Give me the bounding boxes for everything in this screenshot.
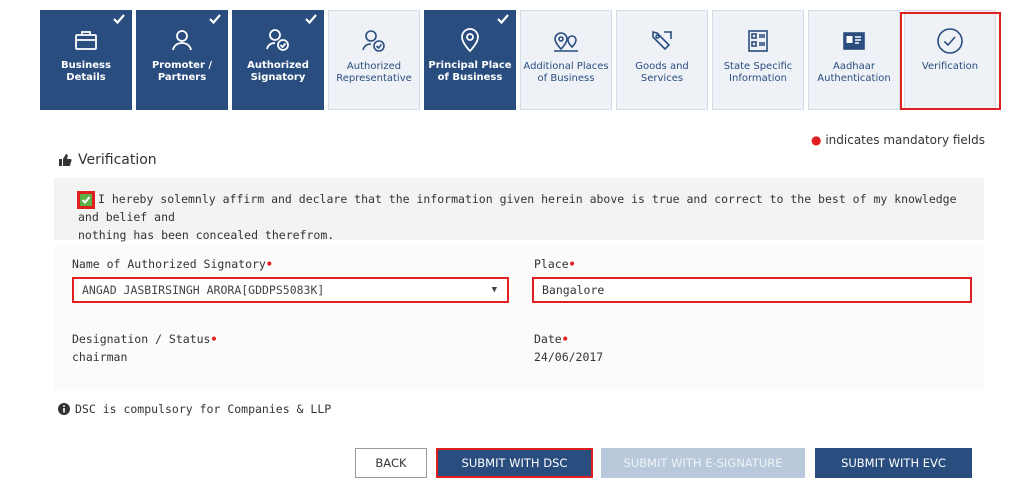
id-card-icon	[840, 27, 868, 55]
tab-done-check-icon	[497, 14, 509, 25]
tab-label: Additional Places of Business	[523, 61, 609, 84]
person-icon	[168, 26, 196, 54]
declaration-text-line2: nothing has been concealed therefrom.	[78, 228, 335, 242]
tab-state-specific-information[interactable]: State Specific Information	[712, 10, 804, 110]
tab-additional-places-of-business[interactable]: Additional Places of Business	[520, 10, 612, 110]
mandatory-note: ● indicates mandatory fields	[811, 133, 985, 147]
location-pin-icon	[456, 26, 484, 54]
tab-label: Promoter / Partners	[151, 60, 213, 83]
signatory-select-value: ANGAD JASBIRSINGH ARORA[GDDPS5083K]	[82, 283, 325, 297]
document-grid-icon	[744, 27, 772, 55]
tab-authorized-representative[interactable]: Authorized Representative	[328, 10, 420, 110]
tab-label: Verification	[921, 61, 979, 72]
place-input[interactable]: Bangalore	[532, 277, 972, 303]
tab-principal-place-of-business[interactable]: Principal Place of Business	[424, 10, 516, 110]
tab-aadhaar-authentication[interactable]: Aadhaar Authentication	[808, 10, 900, 110]
tag-icon	[648, 27, 676, 55]
tab-label: Goods and Services	[635, 61, 689, 84]
tab-done-check-icon	[305, 14, 317, 25]
registration-tabs: Business Details Promoter / Partners Aut…	[40, 10, 1000, 110]
place-input-value: Bangalore	[542, 283, 605, 297]
dropdown-caret-icon: ▼	[491, 285, 497, 295]
tab-done-check-icon	[113, 14, 125, 25]
tab-label: Aadhaar Authentication	[817, 61, 891, 84]
required-dot-icon: •	[210, 332, 218, 346]
tab-label: State Specific Information	[723, 61, 793, 84]
dsc-note-text: DSC is compulsory for Companies & LLP	[75, 402, 332, 416]
declaration-text-line1: I hereby solemnly affirm and declare tha…	[78, 192, 957, 224]
signatory-label: Name of Authorized Signatory•	[72, 257, 273, 271]
briefcase-icon	[72, 26, 100, 54]
date-value: 24/06/2017	[534, 350, 604, 364]
required-dot-icon: •	[568, 257, 576, 271]
info-icon	[58, 403, 70, 415]
declaration-box: I hereby solemnly affirm and declare tha…	[54, 178, 984, 242]
person-check-icon	[264, 26, 292, 54]
date-label: Date•	[534, 332, 569, 346]
tab-business-details[interactable]: Business Details	[40, 10, 132, 110]
tab-done-check-icon	[209, 14, 221, 25]
required-dot-icon: ●	[811, 133, 822, 147]
section-title: Verification	[58, 152, 157, 168]
submit-with-evc-button[interactable]: SUBMIT WITH EVC	[815, 448, 972, 478]
person-check-icon	[360, 27, 388, 55]
submit-with-esignature-button[interactable]: SUBMIT WITH E-SIGNATURE	[601, 448, 805, 478]
thumbs-up-icon	[59, 154, 72, 166]
designation-value: chairman	[72, 350, 128, 364]
declaration-checkbox[interactable]	[77, 190, 95, 209]
tab-label: Business Details	[61, 60, 111, 83]
submit-with-dsc-button[interactable]: SUBMIT WITH DSC	[436, 448, 593, 478]
signatory-label-text: Name of Authorized Signatory	[72, 257, 266, 271]
checkmark-icon	[81, 195, 91, 204]
section-title-text: Verification	[78, 152, 157, 168]
tab-verification[interactable]: Verification	[904, 10, 996, 110]
place-label-text: Place	[534, 257, 569, 271]
required-dot-icon: •	[265, 257, 273, 271]
tab-label: Authorized Signatory	[247, 60, 309, 83]
tab-label: Authorized Representative	[336, 61, 412, 84]
tab-authorized-signatory[interactable]: Authorized Signatory	[232, 10, 324, 110]
designation-label-text: Designation / Status	[72, 332, 211, 346]
back-button[interactable]: BACK	[355, 448, 427, 478]
place-label: Place•	[534, 257, 576, 271]
multi-location-icon	[552, 27, 580, 55]
date-label-text: Date	[534, 332, 562, 346]
required-dot-icon: •	[561, 332, 569, 346]
mandatory-note-text: indicates mandatory fields	[825, 133, 985, 147]
dsc-note: DSC is compulsory for Companies & LLP	[58, 402, 331, 416]
authorized-signatory-select[interactable]: ANGAD JASBIRSINGH ARORA[GDDPS5083K] ▼	[72, 277, 509, 303]
tab-goods-and-services[interactable]: Goods and Services	[616, 10, 708, 110]
check-circle-icon	[936, 27, 964, 55]
tab-promoter-partners[interactable]: Promoter / Partners	[136, 10, 228, 110]
designation-label: Designation / Status•	[72, 332, 217, 346]
tab-label: Principal Place of Business	[428, 60, 512, 83]
